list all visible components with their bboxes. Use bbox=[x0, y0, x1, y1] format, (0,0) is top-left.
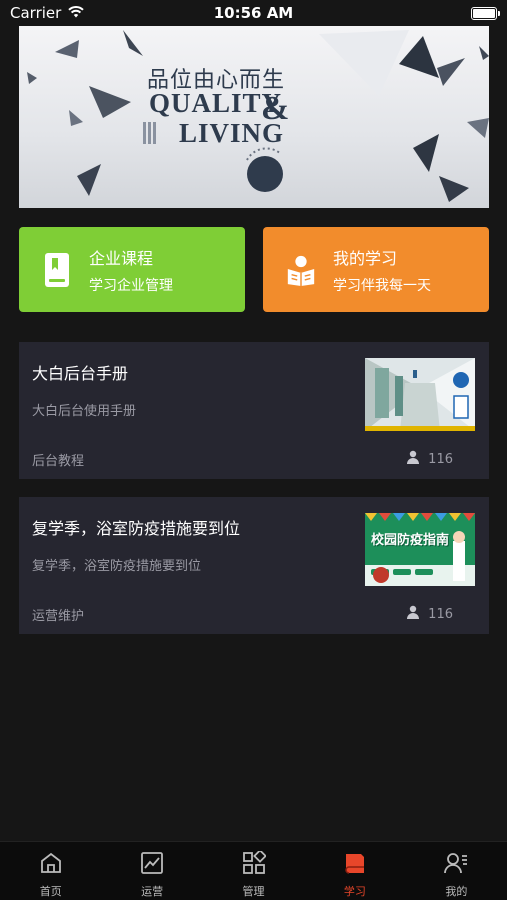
article-category: 后台教程 bbox=[32, 454, 85, 469]
person-icon bbox=[406, 450, 420, 468]
battery-icon bbox=[471, 6, 500, 20]
person-icon bbox=[406, 605, 420, 623]
enterprise-course-title: 企业课程 bbox=[89, 248, 154, 268]
tab-label: 首页 bbox=[39, 885, 62, 898]
views-count: 116 bbox=[428, 606, 453, 622]
enterprise-course-subtitle: 学习企业管理 bbox=[89, 277, 173, 294]
chart-icon bbox=[140, 851, 164, 879]
article-title: 大白后台手册 bbox=[32, 364, 129, 383]
banner-title-living: LIVING bbox=[179, 118, 285, 148]
home-icon bbox=[39, 851, 63, 879]
article-title: 复学季，浴室防疫措施要到位 bbox=[32, 519, 241, 538]
tab-label: 我的 bbox=[445, 885, 468, 898]
article-views: 116 bbox=[406, 450, 453, 468]
article-item[interactable]: 复学季，浴室防疫措施要到位 复学季，浴室防疫措施要到位 运营维护 116 校园防 bbox=[19, 497, 489, 634]
article-description: 大白后台使用手册 bbox=[32, 404, 137, 419]
tab-management[interactable]: 管理 bbox=[203, 842, 304, 900]
my-learning-subtitle: 学习伴我每一天 bbox=[333, 277, 431, 294]
tab-profile[interactable]: 我的 bbox=[406, 842, 507, 900]
tab-label: 运营 bbox=[141, 885, 164, 898]
book-icon bbox=[343, 851, 367, 879]
tab-label: 学习 bbox=[343, 885, 366, 898]
article-description: 复学季，浴室防疫措施要到位 bbox=[32, 559, 202, 574]
my-learning-card[interactable]: 我的学习 学习伴我每一天 bbox=[263, 227, 489, 312]
tab-label: 管理 bbox=[242, 885, 265, 898]
tab-operations[interactable]: 运营 bbox=[101, 842, 202, 900]
tab-home[interactable]: 首页 bbox=[0, 842, 101, 900]
thumbnail-headline: 校园防疫指南 bbox=[371, 533, 450, 548]
article-thumbnail bbox=[365, 358, 475, 431]
reading-person-icon bbox=[285, 250, 317, 290]
tab-learning[interactable]: 学习 bbox=[304, 842, 405, 900]
tab-bar: 首页 运营 管理 学习 我的 bbox=[0, 841, 507, 900]
my-learning-title: 我的学习 bbox=[333, 248, 398, 268]
status-bar: Carrier 10:56 AM bbox=[0, 0, 507, 26]
status-left: Carrier bbox=[10, 4, 85, 22]
article-category: 运营维护 bbox=[32, 609, 85, 624]
grid-icon bbox=[242, 849, 267, 879]
banner-carousel[interactable]: 品位由心而生 QUALITY & LIVING bbox=[19, 26, 489, 208]
enterprise-course-card[interactable]: 企业课程 学习企业管理 bbox=[19, 227, 245, 312]
wifi-icon bbox=[67, 4, 85, 22]
article-item[interactable]: 大白后台手册 大白后台使用手册 后台教程 116 bbox=[19, 342, 489, 479]
carrier-label: Carrier bbox=[10, 4, 62, 22]
profile-icon bbox=[444, 851, 468, 879]
article-views: 116 bbox=[406, 605, 453, 623]
views-count: 116 bbox=[428, 451, 453, 467]
bookmark-book-icon bbox=[41, 250, 73, 290]
article-thumbnail: 校园防疫指南 bbox=[365, 513, 475, 586]
